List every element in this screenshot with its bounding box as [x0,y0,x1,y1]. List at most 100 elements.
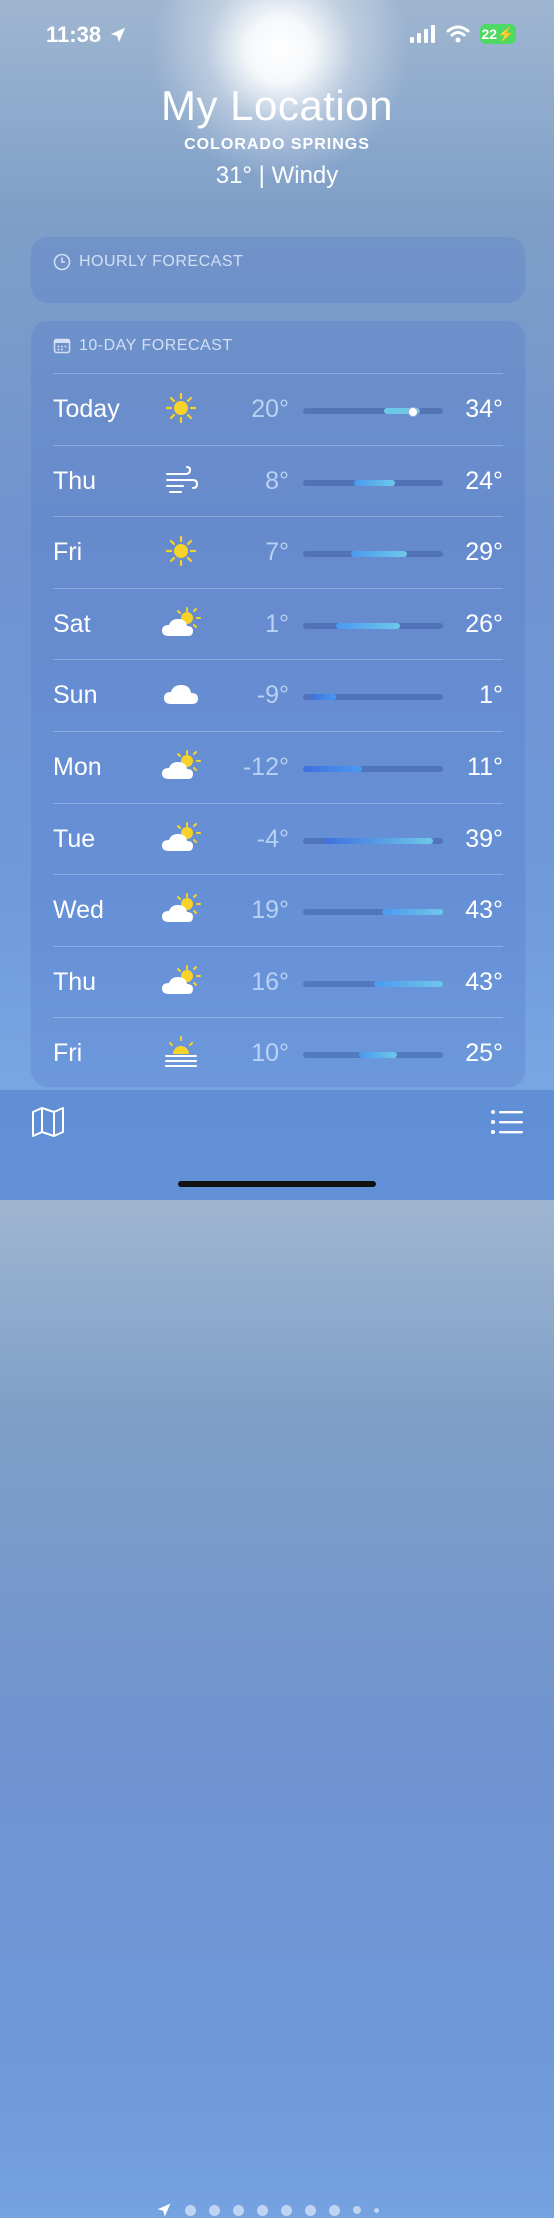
calendar-icon [53,338,71,354]
current-conditions: 31° | Windy [215,162,339,189]
ten-day-forecast-title: 10-DAY FORECAST [79,337,233,354]
high-temp: 24° [465,466,503,495]
low-temp: 8° [265,466,289,495]
status-bar: 11:38 22 ⚡ [0,0,554,72]
temp-range-fill [303,766,362,772]
city-name: COLORADO SPRINGS [184,136,370,153]
temp-range-bar [303,980,443,987]
page-dot[interactable] [185,2204,196,2216]
sun-icon [161,534,201,568]
temp-range-bar [303,766,443,772]
day-label: Thu [53,967,97,996]
forecast-day-row[interactable]: Today 20° 34° [31,373,525,445]
temp-range-bar [303,1052,443,1059]
low-temp: -9° [256,681,289,710]
low-temp: 1° [265,609,289,638]
battery-charging-icon: 22 ⚡ [480,24,516,44]
low-temp: 19° [251,896,289,925]
sunrise-haze-icon [161,1035,201,1069]
temp-range-bar [303,694,443,701]
location-arrow-icon [110,27,126,43]
temp-range-bar [303,479,443,486]
high-temp: 26° [465,609,503,638]
temp-range-bar [303,551,443,558]
temp-range-fill [351,551,408,558]
forecast-day-row[interactable]: Tue -4° 39° [31,803,525,875]
forecast-day-row[interactable]: Fri 10° 25° [31,1017,525,1089]
status-time-text: 11:38 [46,22,102,47]
low-temp: -4° [256,824,289,853]
page-dot[interactable] [281,2204,292,2216]
low-temp: 20° [251,395,289,423]
temp-range-fill [353,479,395,486]
day-label: Sat [53,609,91,638]
page-dot[interactable] [374,2207,379,2213]
forecast-day-row[interactable]: Thu 8° 24° [31,445,525,517]
location-header: My Location COLORADO SPRINGS 31° | Windy [0,82,554,190]
high-temp: 34° [465,395,503,423]
status-time: 11:38 [46,22,127,48]
temp-range-bar [303,407,443,417]
partly-sunny-icon [161,749,201,783]
page-dot[interactable] [209,2204,220,2216]
hourly-forecast-title: HOURLY FORECAST [79,253,244,270]
forecast-day-row[interactable]: Fri 7° 29° [31,516,525,588]
page-dot[interactable] [257,2204,268,2216]
forecast-day-row[interactable]: Sun -9° 1° [31,659,525,731]
day-label: Fri [53,538,83,567]
hourly-forecast-header: HOURLY FORECAST [53,253,243,271]
home-indicator [178,1181,376,1187]
partly-sunny-icon [161,821,201,855]
sun-icon [161,391,201,425]
high-temp: 11° [467,753,503,781]
temp-range-fill [323,837,433,844]
temp-range-bar [303,837,443,844]
page-dot[interactable] [233,2204,244,2216]
high-temp: 39° [465,824,503,853]
cloud-icon [161,677,201,711]
temp-range-bar [303,622,443,629]
high-temp: 29° [465,538,503,567]
battery-level: 22 [481,26,498,42]
wifi-icon [446,25,470,43]
signal-bars-icon [410,25,435,43]
temp-range-fill [359,1052,398,1059]
temp-range-fill [374,980,443,987]
page-indicator[interactable] [156,2202,379,2218]
high-temp: 43° [465,967,503,996]
forecast-day-row[interactable]: Thu 16° 43° [31,946,525,1018]
low-temp: 10° [251,1039,289,1068]
temp-range-fill [381,909,443,916]
page-dot[interactable] [305,2204,316,2216]
temp-range-fill [336,622,400,629]
day-label: Mon [53,753,102,781]
high-temp: 1° [479,681,503,710]
forecast-day-row[interactable]: Mon -12° 11° [31,731,525,803]
high-temp: 43° [465,896,503,925]
ten-day-forecast-panel[interactable]: 10-DAY FORECAST Today 20° 34° Thu 8° 24° Fri 7°… [30,320,526,1088]
low-temp: 16° [251,967,289,996]
low-temp: -12° [242,753,289,781]
low-temp: 7° [265,538,289,567]
list-icon[interactable] [490,1108,524,1136]
hourly-forecast-panel[interactable]: HOURLY FORECAST [30,236,526,304]
forecast-day-row[interactable]: Wed 19° 43° [31,874,525,946]
temp-range-bar [303,909,443,916]
partly-sunny-icon [161,892,201,926]
page-title: My Location [161,82,393,129]
high-temp: 25° [465,1039,503,1068]
map-icon[interactable] [30,1106,66,1138]
location-arrow-icon [157,2203,171,2217]
partly-sunny-icon [161,964,201,998]
day-label: Today [53,395,120,423]
page-dot[interactable] [329,2204,340,2216]
temp-range-fill [310,694,337,701]
status-icons: 22 ⚡ [410,24,516,44]
page-dot[interactable] [353,2206,361,2214]
forecast-day-row[interactable]: Sat 1° 26° [31,588,525,660]
day-label: Sun [53,681,98,710]
wind-icon [161,463,201,497]
day-label: Wed [53,896,104,925]
day-label: Thu [53,466,97,495]
clock-icon [53,253,71,271]
